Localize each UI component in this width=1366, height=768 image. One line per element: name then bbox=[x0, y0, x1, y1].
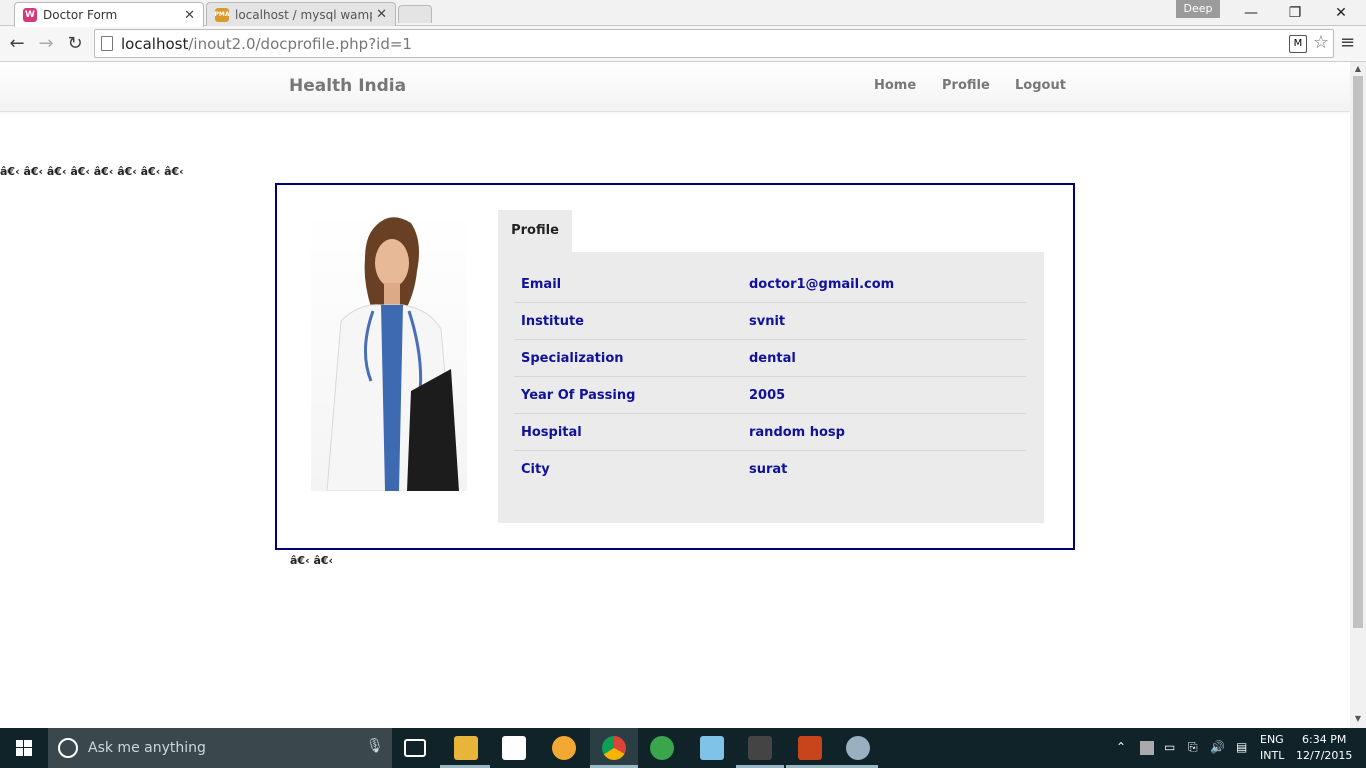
table-row: City surat bbox=[514, 451, 1026, 488]
table-row: Hospital random hosp bbox=[514, 414, 1026, 451]
tray-app-icon[interactable] bbox=[1140, 741, 1154, 755]
field-label: Hospital bbox=[521, 425, 582, 440]
task-view-icon[interactable] bbox=[404, 739, 426, 757]
field-label: City bbox=[521, 462, 550, 477]
tab-title: Doctor Form bbox=[43, 8, 118, 22]
office-icon[interactable] bbox=[798, 736, 822, 760]
lang-bottom: INTL bbox=[1260, 749, 1285, 762]
windows-taskbar: Ask me anything 🎙 ⌃ ▭ ⎘ 🔊 ▤ ENG INTL 6:3… bbox=[0, 728, 1366, 768]
scroll-up-icon[interactable]: ▲ bbox=[1350, 64, 1366, 73]
show-hidden-icons-icon[interactable]: ⌃ bbox=[1116, 740, 1126, 754]
paint-icon[interactable] bbox=[846, 736, 870, 760]
chrome-icon[interactable] bbox=[602, 736, 626, 760]
doctor-photo bbox=[311, 211, 467, 491]
close-tab-icon[interactable]: ✕ bbox=[376, 7, 387, 22]
browser-toolbar: ← → ↻ localhost/inout2.0/docprofile.php?… bbox=[0, 26, 1366, 62]
restore-icon[interactable]: ❐ bbox=[1272, 0, 1318, 26]
back-arrow-icon[interactable]: ← bbox=[5, 32, 29, 56]
input-language[interactable]: ENG INTL bbox=[1260, 732, 1284, 764]
garbled-text: â€‹ â€‹ bbox=[290, 554, 334, 567]
start-button[interactable] bbox=[0, 728, 48, 768]
clock-time: 6:34 PM bbox=[1302, 733, 1347, 746]
phpmyadmin-favicon-icon: PMA bbox=[215, 7, 230, 22]
clock[interactable]: 6:34 PM 12/7/2015 bbox=[1296, 732, 1352, 764]
field-value: doctor1@gmail.com bbox=[749, 277, 895, 292]
wamp-favicon-icon: W bbox=[23, 8, 37, 22]
nav-link-logout[interactable]: Logout bbox=[1015, 78, 1066, 93]
field-label: Year Of Passing bbox=[521, 388, 636, 403]
notepad-icon[interactable] bbox=[700, 736, 724, 760]
field-value: svnit bbox=[749, 314, 786, 329]
lang-top: ENG bbox=[1260, 733, 1284, 746]
reload-icon[interactable]: ↻ bbox=[63, 32, 87, 56]
browser-profile-badge[interactable]: Deep bbox=[1176, 0, 1220, 18]
battery-icon[interactable]: ▭ bbox=[1164, 740, 1175, 754]
store-icon[interactable] bbox=[502, 736, 526, 760]
ie-edge-icon[interactable] bbox=[650, 736, 674, 760]
network-icon[interactable]: ⎘ bbox=[1188, 740, 1198, 755]
bookmark-star-icon[interactable]: ☆ bbox=[1313, 32, 1329, 53]
site-navbar: Health India Home Profile Logout bbox=[0, 62, 1350, 112]
field-value: 2005 bbox=[749, 388, 786, 403]
field-value: dental bbox=[749, 351, 796, 366]
nav-link-home[interactable]: Home bbox=[874, 78, 916, 93]
url-text: localhost/inout2.0/docprofile.php?id=1 bbox=[121, 35, 412, 53]
clock-date: 12/7/2015 bbox=[1296, 749, 1353, 762]
address-bar[interactable]: localhost/inout2.0/docprofile.php?id=1 M… bbox=[94, 29, 1334, 58]
page-viewport: Health India Home Profile Logout â€‹ â€‹… bbox=[0, 62, 1350, 728]
garbled-text: â€‹ â€‹ â€‹ â€‹ â€‹ â€‹ â€‹ â€‹ bbox=[0, 165, 184, 178]
page-icon bbox=[101, 36, 113, 51]
vertical-scrollbar[interactable]: ▲ ▼ bbox=[1350, 62, 1366, 728]
extension-icon[interactable]: M bbox=[1289, 35, 1307, 53]
field-label: Email bbox=[521, 277, 562, 292]
tab-profile[interactable]: Profile bbox=[498, 210, 572, 253]
microphone-icon[interactable]: 🎙 bbox=[366, 738, 384, 754]
scroll-down-icon[interactable]: ▼ bbox=[1350, 714, 1366, 723]
tab-title: localhost / mysql wampser bbox=[235, 7, 372, 22]
chrome-menu-icon[interactable]: ≡ bbox=[1340, 32, 1355, 53]
search-placeholder: Ask me anything bbox=[88, 740, 206, 756]
scrollbar-thumb[interactable] bbox=[1353, 76, 1363, 628]
url-path: /inout2.0/docprofile.php?id=1 bbox=[188, 35, 412, 53]
window-close-icon[interactable]: ✕ bbox=[1318, 0, 1364, 26]
close-tab-icon[interactable]: ✕ bbox=[184, 8, 195, 23]
sublime-text-icon[interactable] bbox=[748, 736, 772, 760]
url-host: localhost bbox=[121, 35, 189, 53]
profile-card: Profile Email doctor1@gmail.com Institut… bbox=[275, 183, 1075, 550]
cortana-icon bbox=[58, 738, 78, 758]
table-row: Institute svnit bbox=[514, 303, 1026, 340]
cortana-search-box[interactable]: Ask me anything 🎙 bbox=[48, 728, 392, 768]
tab-strip: W Doctor Form ✕ PMA localhost / mysql wa… bbox=[0, 0, 1366, 27]
tab-doctor-form[interactable]: W Doctor Form ✕ bbox=[14, 2, 204, 27]
profile-details-panel: Email doctor1@gmail.com Institute svnit … bbox=[498, 252, 1044, 523]
tab-phpmyadmin[interactable]: PMA localhost / mysql wampser ✕ bbox=[206, 2, 396, 26]
table-row: Specialization dental bbox=[514, 340, 1026, 377]
nav-link-profile[interactable]: Profile bbox=[942, 78, 990, 93]
field-value: surat bbox=[749, 462, 788, 477]
table-row: Year Of Passing 2005 bbox=[514, 377, 1026, 414]
wamp-icon[interactable] bbox=[552, 736, 576, 760]
field-label: Specialization bbox=[521, 351, 624, 366]
field-value: random hosp bbox=[749, 425, 845, 440]
table-row: Email doctor1@gmail.com bbox=[514, 266, 1026, 303]
forward-arrow-icon[interactable]: → bbox=[34, 32, 58, 56]
action-center-icon[interactable]: ▤ bbox=[1236, 740, 1247, 754]
file-explorer-icon[interactable] bbox=[454, 736, 478, 760]
volume-icon[interactable]: 🔊 bbox=[1210, 740, 1225, 754]
site-brand[interactable]: Health India bbox=[289, 76, 406, 96]
windows-logo-icon bbox=[16, 740, 32, 756]
field-label: Institute bbox=[521, 314, 585, 329]
minimize-icon[interactable]: — bbox=[1228, 0, 1274, 26]
new-tab-button[interactable] bbox=[398, 5, 432, 23]
